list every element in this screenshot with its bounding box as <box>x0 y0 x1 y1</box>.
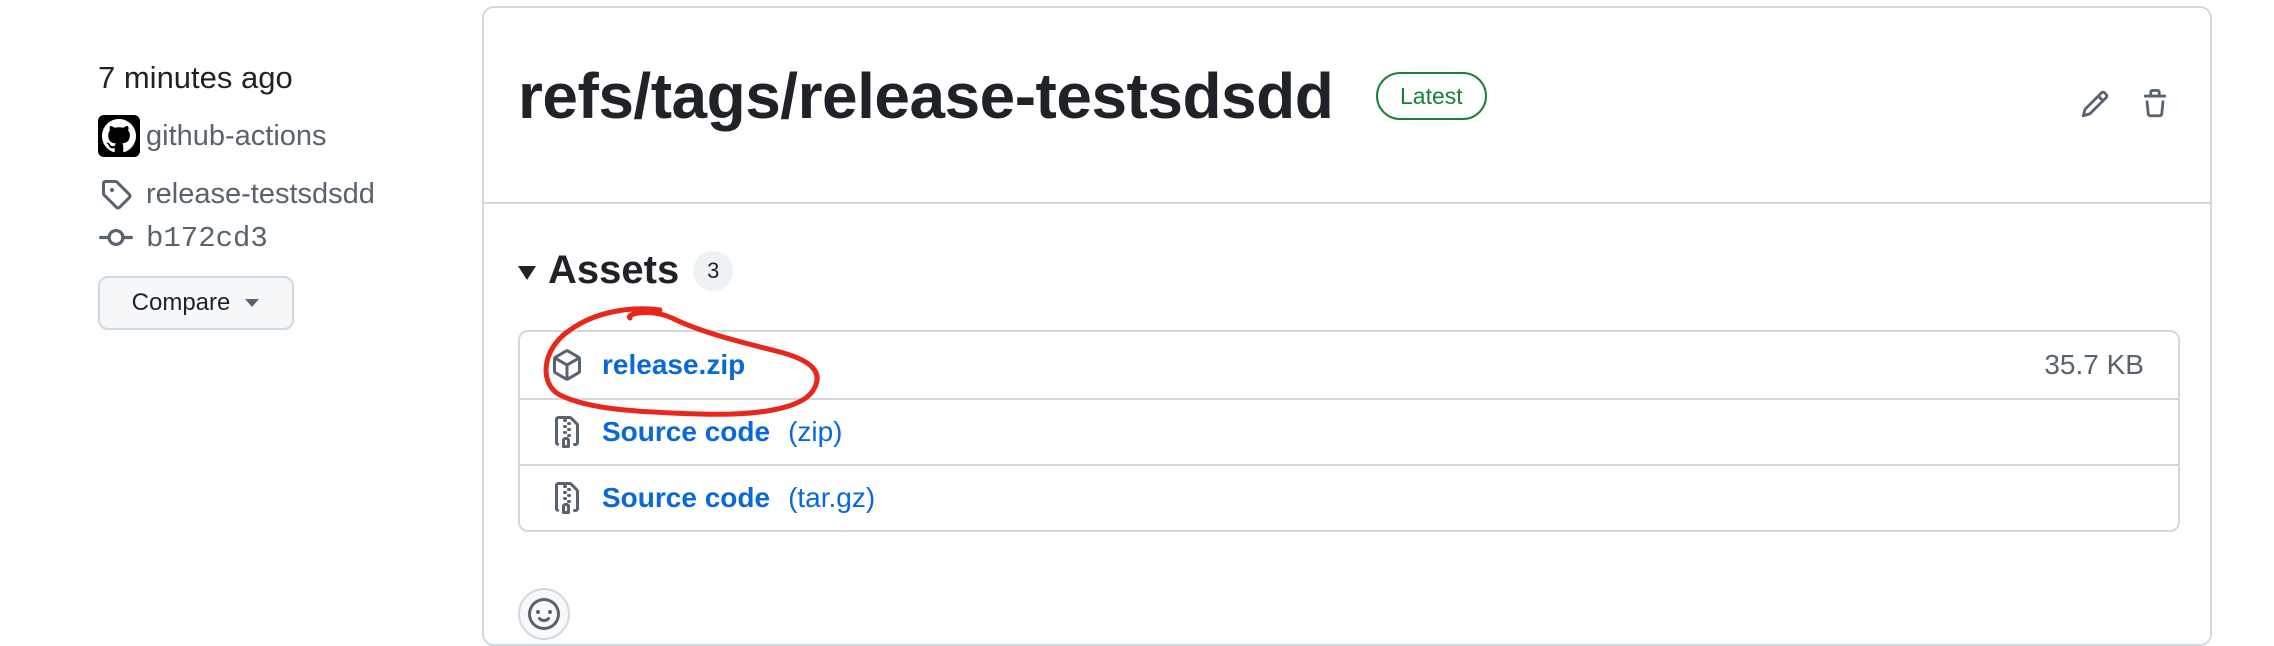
asset-format-label[interactable]: (zip) <box>788 416 842 448</box>
pencil-icon <box>2081 90 2109 118</box>
triangle-down-icon <box>245 299 260 307</box>
trash-icon <box>2143 89 2167 118</box>
assets-count-badge: 3 <box>693 250 734 291</box>
author-link[interactable]: github-actions <box>98 114 438 158</box>
asset-format-label[interactable]: (tar.gz) <box>788 482 875 514</box>
avatar <box>98 115 140 157</box>
asset-link-release-zip[interactable]: release.zip <box>602 349 745 381</box>
edit-release-button[interactable] <box>2078 86 2112 122</box>
release-actions <box>2078 86 2172 122</box>
asset-row: Source code (zip) <box>520 398 2178 464</box>
tag-name: release-testsdsdd <box>146 177 375 210</box>
assets-toggle[interactable]: Assets 3 <box>518 248 734 293</box>
asset-size: 35.7 KB <box>2044 349 2144 380</box>
file-zip-icon <box>550 415 584 449</box>
commit-sha: b172cd3 <box>146 221 268 255</box>
file-zip-icon <box>550 481 584 515</box>
author-name: github-actions <box>146 119 327 152</box>
caret-down-icon <box>518 265 536 280</box>
asset-row: Source code (tar.gz) <box>520 464 2178 530</box>
smiley-icon <box>528 598 560 630</box>
release-title[interactable]: refs/tags/release-testsdsdd <box>518 56 1334 136</box>
release-sidebar: 7 minutes ago github-actions release-tes… <box>98 56 438 330</box>
commit-link[interactable]: b172cd3 <box>98 216 438 260</box>
delete-release-button[interactable] <box>2138 86 2172 122</box>
release-timestamp: 7 minutes ago <box>98 60 293 95</box>
asset-link-source-zip[interactable]: Source code <box>602 416 770 448</box>
package-icon <box>550 348 584 382</box>
add-reaction-button[interactable] <box>518 588 570 640</box>
tag-link[interactable]: release-testsdsdd <box>98 172 438 216</box>
github-logo-icon <box>102 119 136 153</box>
assets-title: Assets <box>548 248 680 292</box>
git-commit-icon <box>98 220 134 256</box>
compare-button[interactable]: Compare <box>98 276 294 330</box>
assets-list: release.zip 35.7 KB Source code (zip) So… <box>518 330 2180 532</box>
tag-icon <box>98 176 134 212</box>
compare-button-label: Compare <box>131 289 231 316</box>
release-header: refs/tags/release-testsdsdd Latest <box>484 8 2210 204</box>
release-card: refs/tags/release-testsdsdd Latest Asset… <box>482 6 2212 646</box>
asset-row: release.zip 35.7 KB <box>520 332 2178 398</box>
asset-link-source-targz[interactable]: Source code <box>602 482 770 514</box>
latest-badge: Latest <box>1376 72 1487 120</box>
